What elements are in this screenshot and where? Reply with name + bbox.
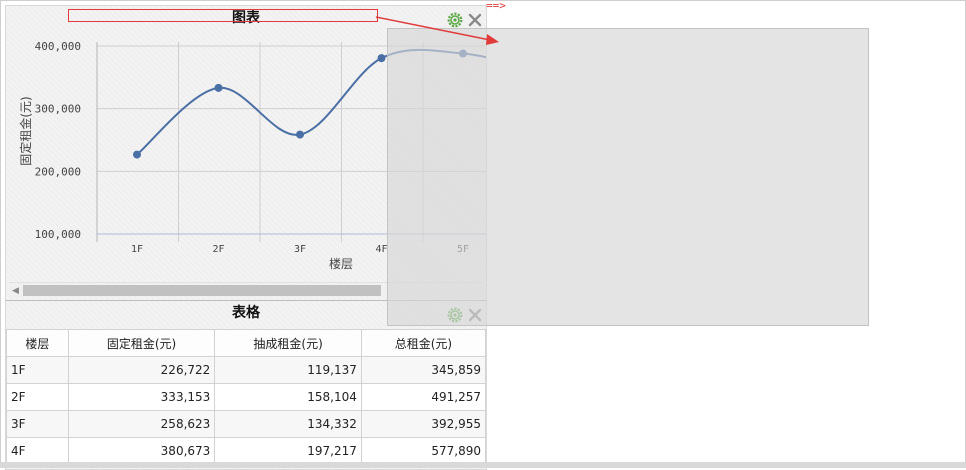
arrow-head bbox=[486, 34, 499, 45]
arrow-line bbox=[375, 16, 491, 41]
bottom-bar bbox=[0, 462, 966, 468]
annotation-arrow bbox=[375, 16, 499, 45]
